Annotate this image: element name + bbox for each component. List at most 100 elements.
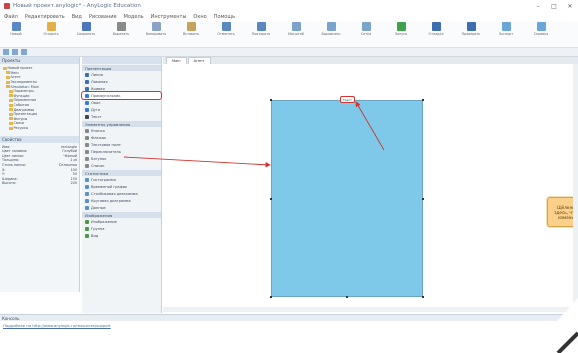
property-value[interactable]: Сплошная [59,163,77,167]
property-key: Стиль линии: [2,162,26,167]
property-value[interactable]: Голубой [62,149,77,153]
tree-item-label: Диаграммы [13,107,35,112]
ribbon-button[interactable]: Сетка [354,22,378,36]
palette-item[interactable]: Группа [82,225,161,232]
menu-item[interactable]: Файл [4,14,18,20]
menu-item[interactable]: Вид [72,14,82,20]
ribbon-button[interactable]: Копировать [144,22,168,36]
resize-handle[interactable] [270,296,272,298]
palette-item[interactable]: Кнопка [82,127,161,134]
zoom-icon[interactable] [21,49,27,55]
ribbon-icon [11,22,21,31]
menu-item[interactable]: Окно [193,14,206,20]
property-value[interactable]: 50 [73,172,77,176]
palette-item[interactable]: Текст [82,113,161,120]
close-button[interactable]: ✕ [562,0,578,12]
palette-item[interactable]: Столбиковая диаграмма [82,190,161,197]
vertical-scrollbar[interactable] [573,64,578,313]
canvas-rectangle[interactable] [270,99,424,298]
property-value[interactable]: 1 pt [70,158,77,162]
horizontal-scrollbar[interactable] [163,307,578,312]
ribbon-button[interactable]: Сохранить [74,22,98,36]
palette-item[interactable]: Кривая [82,85,161,92]
palette-item[interactable]: Овал [82,99,161,106]
palette-item[interactable]: Вид [82,232,161,239]
menu-item[interactable]: Редактировать [25,14,65,20]
ribbon-button[interactable]: Вырезать [109,22,133,36]
palette-item[interactable]: Список [82,162,161,169]
resize-handle[interactable] [422,296,424,298]
property-value[interactable]: Чёрный [63,154,77,158]
palette-item-icon [85,205,89,210]
ribbon-button[interactable]: Повторить [249,22,273,36]
property-value[interactable]: rectangle [61,145,77,149]
palette-item-label: Текстовое поле [91,142,121,147]
palette-item-icon [85,93,89,98]
palette-item-label: Переключатель [91,149,121,154]
ribbon-button[interactable]: Открыть [39,22,63,36]
ribbon-button[interactable]: Справка [529,22,553,36]
property-key: X: [2,167,6,172]
folder-icon [6,85,10,89]
ribbon-button[interactable]: Масштаб [284,22,308,36]
editor-tab[interactable]: Агент [187,57,211,64]
palette-item[interactable]: Данные [82,204,161,211]
ribbon-button[interactable]: Отладка [424,22,448,36]
resize-handle[interactable] [422,99,424,101]
menu-item[interactable]: Инструменты [151,14,187,20]
palette-item[interactable]: Изображение [82,218,161,225]
menu-item[interactable]: Помощь [214,14,235,20]
tree-item-label: Ресурсы [13,126,29,131]
palette-item[interactable]: Дуга [82,106,161,113]
property-row[interactable]: Высота: 200 [2,181,77,186]
window-title: Новый проект.anylogic* - AnyLogic Educat… [13,3,141,9]
resize-handle[interactable] [346,296,348,298]
palette-item[interactable]: Текстовое поле [82,141,161,148]
palette-item[interactable]: Гистограмма [82,176,161,183]
ribbon-button-label: Повторить [251,32,271,36]
layout-icon[interactable] [12,49,18,55]
ribbon-button-label: Сетка [360,32,372,36]
palette-item[interactable]: Линия [82,71,161,78]
palette-item[interactable]: Бегунок [82,155,161,162]
palette-item[interactable]: Переключатель [82,148,161,155]
window-controls: – □ ✕ [530,0,578,12]
menu-item[interactable]: Модель [124,14,144,20]
ribbon-button-label: Проверить [461,32,481,36]
folder-icon [9,108,13,112]
ribbon-button[interactable]: Отменить [214,22,238,36]
property-value[interactable]: 150 [71,177,77,181]
menu-item[interactable]: Рисование [89,14,117,20]
resize-handle[interactable] [270,198,272,200]
ribbon-button[interactable]: Новый [4,22,28,36]
minimize-button[interactable]: – [530,0,546,12]
editor-tab[interactable]: Main [166,57,187,64]
ribbon-button-label: Копировать [145,32,167,36]
maximize-button[interactable]: □ [546,0,562,12]
ribbon-button[interactable]: Экспорт [494,22,518,36]
palette-item[interactable]: Флажок [82,134,161,141]
palette-item[interactable]: Временной график [82,183,161,190]
palette-item[interactable]: Прямоугольник [81,91,162,100]
tree-item[interactable]: Ресурсы [2,126,77,131]
palette-item-icon [85,72,89,77]
ribbon-button[interactable]: Выровнять [319,22,343,36]
property-value[interactable]: 200 [71,181,77,185]
palette-item[interactable]: Круговая диаграмма [82,197,161,204]
ribbon-button[interactable]: Вставить [179,22,203,36]
folder-icon [9,112,13,116]
folder-icon [6,71,10,75]
palette-item-label: Дуга [91,107,101,112]
palette-item-icon [85,184,89,189]
palette-item[interactable]: Ломаная [82,78,161,85]
grid-icon[interactable] [3,49,9,55]
selected-text-element[interactable]: Текст [340,96,355,103]
resize-handle[interactable] [422,198,424,200]
resize-handle[interactable] [270,99,272,101]
ribbon-button[interactable]: Проверить [459,22,483,36]
console-link[interactable]: Подробнее на http://www.anylogic.ru/reso… [0,321,578,330]
property-value[interactable]: 100 [71,168,77,172]
graphical-editor[interactable]: MainАгент Текст Щёлкните здесь, чтобы из… [163,57,578,313]
ribbon-button[interactable]: Запуск [389,22,413,36]
tree-item-label: Параметры [13,89,34,94]
